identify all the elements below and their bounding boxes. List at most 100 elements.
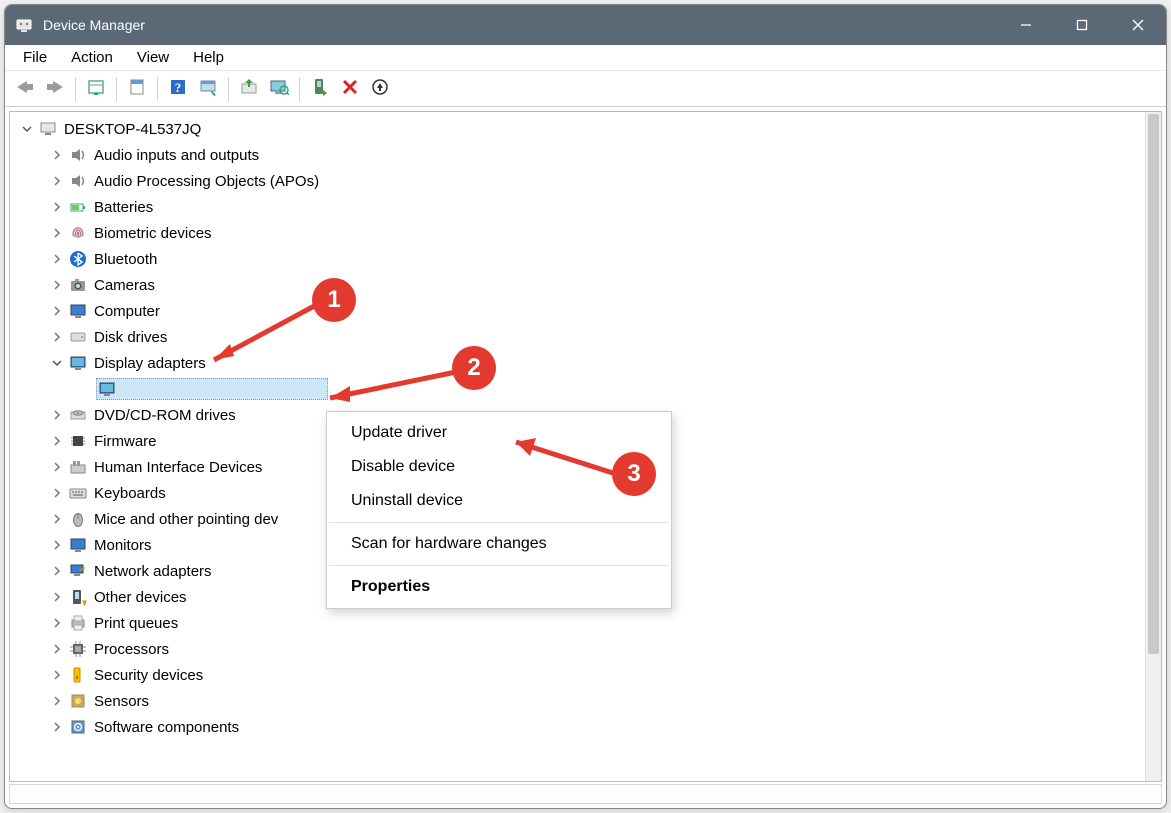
chevron-right-icon[interactable] <box>48 562 66 580</box>
help-icon: ? <box>169 78 187 99</box>
sensor-icon <box>68 691 88 711</box>
chevron-right-icon[interactable] <box>48 614 66 632</box>
device-properties-icon <box>199 78 217 99</box>
uninstall-device-button[interactable] <box>366 75 394 103</box>
properties-toolbar-button[interactable] <box>123 75 151 103</box>
tree-category[interactable]: Processors <box>14 636 1145 662</box>
speaker-icon <box>68 171 88 191</box>
chevron-right-icon[interactable] <box>48 250 66 268</box>
hid-icon <box>68 457 88 477</box>
chevron-right-icon[interactable] <box>48 302 66 320</box>
menu-help[interactable]: Help <box>181 47 236 68</box>
tree-category[interactable]: Audio Processing Objects (APOs) <box>14 168 1145 194</box>
device-manager-app-icon <box>15 16 33 34</box>
toolbar-separator <box>116 77 117 101</box>
update-driver-toolbar-button[interactable] <box>235 75 263 103</box>
chevron-down-icon[interactable] <box>48 354 66 372</box>
optical-drive-icon <box>68 405 88 425</box>
annotation-badge-2: 2 <box>452 346 496 390</box>
keyboard-icon <box>68 483 88 503</box>
monitor-icon <box>68 535 88 555</box>
tree-category[interactable]: Audio inputs and outputs <box>14 142 1145 168</box>
vertical-scrollbar[interactable] <box>1145 112 1161 781</box>
tree-category[interactable]: Print queues <box>14 610 1145 636</box>
chevron-right-icon[interactable] <box>48 406 66 424</box>
chevron-right-icon[interactable] <box>48 224 66 242</box>
tree-category-label: Processors <box>94 641 169 658</box>
titlebar[interactable]: Device Manager <box>5 5 1166 45</box>
chevron-right-icon[interactable] <box>48 692 66 710</box>
tree-category-label: Firmware <box>94 433 157 450</box>
annotation-arrow-3 <box>498 432 628 492</box>
annotation-badge-1: 1 <box>312 278 356 322</box>
tree-root[interactable]: DESKTOP-4L537JQ <box>14 116 1145 142</box>
tree-device-selected[interactable] <box>14 376 1145 402</box>
show-hidden-button[interactable] <box>82 75 110 103</box>
context-menu-separator <box>329 565 669 566</box>
tree-category[interactable]: Bluetooth <box>14 246 1145 272</box>
chevron-right-icon[interactable] <box>48 432 66 450</box>
selected-device[interactable] <box>96 378 328 400</box>
disable-device-button[interactable] <box>336 75 364 103</box>
display-adapter-icon <box>97 379 117 399</box>
chevron-right-icon[interactable] <box>48 198 66 216</box>
tree-category[interactable]: Computer <box>14 298 1145 324</box>
back-button[interactable] <box>11 75 39 103</box>
chevron-right-icon[interactable] <box>48 718 66 736</box>
chevron-right-icon[interactable] <box>48 640 66 658</box>
tree-category-label: Mice and other pointing dev <box>94 511 278 528</box>
forward-button[interactable] <box>41 75 69 103</box>
speaker-icon <box>68 145 88 165</box>
chevron-down-icon[interactable] <box>18 120 36 138</box>
menu-file[interactable]: File <box>11 47 59 68</box>
tree-category[interactable]: Batteries <box>14 194 1145 220</box>
toolbar-separator <box>299 77 300 101</box>
tree-category[interactable]: Display adapters <box>14 350 1145 376</box>
tree-category[interactable]: Software components <box>14 714 1145 740</box>
context-scan-hardware[interactable]: Scan for hardware changes <box>327 527 671 561</box>
printer-icon <box>68 613 88 633</box>
tree-category-label: Security devices <box>94 667 203 684</box>
scrollbar-thumb[interactable] <box>1148 114 1159 654</box>
uninstall-circle-icon <box>371 78 389 99</box>
help-button[interactable]: ? <box>164 75 192 103</box>
tree-category[interactable]: Security devices <box>14 662 1145 688</box>
tree-category[interactable]: Biometric devices <box>14 220 1145 246</box>
chevron-right-icon[interactable] <box>48 328 66 346</box>
menu-action[interactable]: Action <box>59 47 125 68</box>
toolbar: ? <box>5 71 1166 107</box>
tree-category-label: Human Interface Devices <box>94 459 262 476</box>
chevron-right-icon[interactable] <box>48 510 66 528</box>
tree-category[interactable]: Sensors <box>14 688 1145 714</box>
tree-category-label: Software components <box>94 719 239 736</box>
toolbar-separator <box>75 77 76 101</box>
chevron-right-icon[interactable] <box>48 172 66 190</box>
tree-category[interactable]: Cameras <box>14 272 1145 298</box>
close-button[interactable] <box>1110 5 1166 45</box>
forward-icon <box>45 79 65 98</box>
tree-category-label: Sensors <box>94 693 149 710</box>
menu-view[interactable]: View <box>125 47 181 68</box>
tree-category[interactable]: Disk drives <box>14 324 1145 350</box>
device-properties-button[interactable] <box>194 75 222 103</box>
chevron-right-icon[interactable] <box>48 484 66 502</box>
update-driver-toolbar-icon <box>240 78 258 99</box>
chevron-right-icon[interactable] <box>48 588 66 606</box>
enable-device-button[interactable] <box>306 75 334 103</box>
context-menu-separator <box>329 522 669 523</box>
mouse-icon <box>68 509 88 529</box>
chevron-right-icon[interactable] <box>48 458 66 476</box>
maximize-button[interactable] <box>1054 5 1110 45</box>
chevron-right-icon[interactable] <box>48 666 66 684</box>
menubar: File Action View Help <box>5 45 1166 71</box>
minimize-button[interactable] <box>998 5 1054 45</box>
context-properties[interactable]: Properties <box>327 570 671 604</box>
computer-icon <box>38 119 58 139</box>
chevron-right-icon[interactable] <box>48 536 66 554</box>
chevron-right-icon[interactable] <box>48 146 66 164</box>
chevron-right-icon[interactable] <box>48 276 66 294</box>
scan-hardware-button[interactable] <box>265 75 293 103</box>
tree-category-label: Other devices <box>94 589 187 606</box>
bluetooth-icon <box>68 249 88 269</box>
camera-icon <box>68 275 88 295</box>
